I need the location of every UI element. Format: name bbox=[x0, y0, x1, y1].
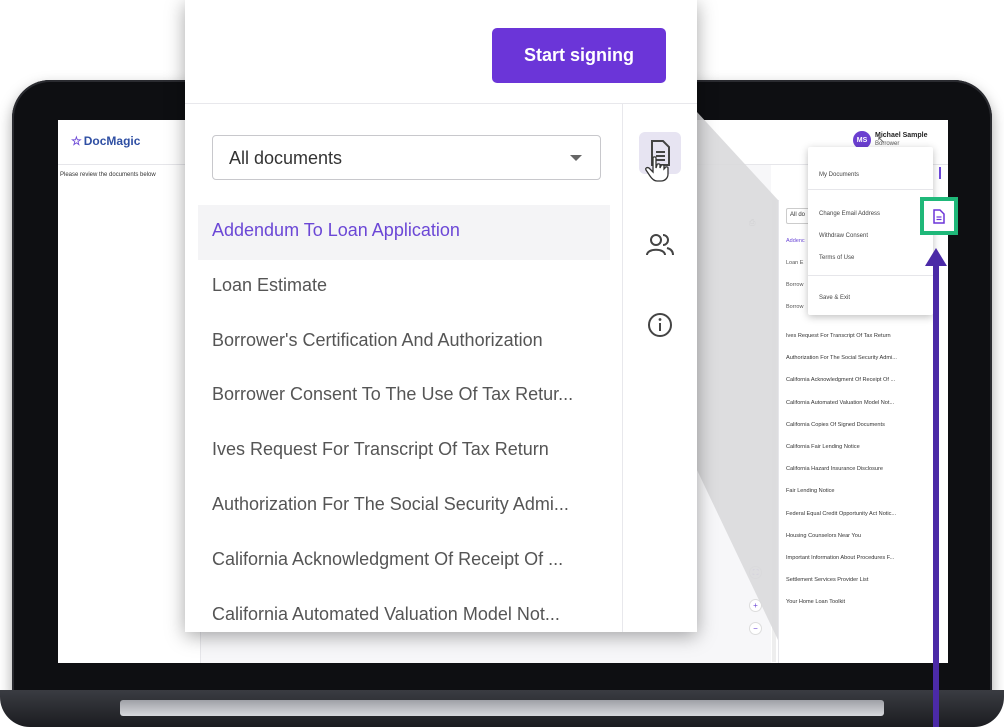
menu-item-withdraw-consent[interactable]: Withdraw Consent bbox=[819, 233, 868, 239]
list-item[interactable]: Borrower's Certification And Authorizati… bbox=[198, 315, 610, 370]
review-instructions: Please review the documents below bbox=[60, 172, 156, 178]
people-icon bbox=[646, 234, 674, 256]
chevron-down-icon bbox=[570, 155, 582, 161]
pointer-arrow-shaft bbox=[933, 265, 939, 727]
zoom-in-button[interactable]: + bbox=[749, 599, 762, 612]
menu-active-indicator bbox=[939, 167, 941, 179]
menu-divider bbox=[808, 189, 933, 190]
list-item[interactable]: California Copies Of Signed Documents bbox=[786, 419, 946, 441]
list-item[interactable]: Ives Request For Transcript Of Tax Retur… bbox=[198, 424, 610, 479]
laptop-base-highlight bbox=[120, 700, 884, 716]
highlighted-documents-icon[interactable] bbox=[920, 197, 958, 235]
documents-select[interactable]: All documents bbox=[212, 135, 601, 180]
sidebar-item-info[interactable] bbox=[639, 304, 681, 346]
documents-panel: All documents Addendum To Loan Applicati… bbox=[185, 104, 622, 632]
list-item[interactable]: Fair Lending Notice bbox=[786, 485, 946, 507]
list-item[interactable]: Authorization For The Social Security Ad… bbox=[786, 352, 946, 374]
list-item[interactable]: Settlement Services Provider List bbox=[786, 574, 946, 596]
user-menu: My Documents Change Email Address Withdr… bbox=[808, 147, 933, 315]
cursor-icon: ↖ bbox=[877, 135, 886, 146]
viewer-scrollbar[interactable] bbox=[772, 200, 776, 662]
list-item[interactable]: Borrower Consent To The Use Of Tax Retur… bbox=[198, 369, 610, 424]
menu-item-my-documents[interactable]: My Documents bbox=[819, 172, 859, 178]
info-icon bbox=[648, 313, 672, 337]
sidebar-tools bbox=[622, 104, 697, 632]
menu-item-save-exit[interactable]: Save & Exit bbox=[819, 295, 850, 301]
menu-item-change-email[interactable]: Change Email Address bbox=[819, 211, 880, 217]
fit-screen-button[interactable]: ⛶ bbox=[749, 566, 762, 579]
documents-list: Addendum To Loan Application Loan Estima… bbox=[198, 205, 610, 632]
start-signing-button[interactable]: Start signing bbox=[492, 28, 666, 83]
app-logo[interactable]: ☆ DocMagic bbox=[71, 134, 140, 148]
list-item[interactable]: Your Home Loan Toolkit bbox=[786, 596, 946, 618]
list-item[interactable]: California Hazard Insurance Disclosure bbox=[786, 463, 946, 485]
list-item[interactable]: Authorization For The Social Security Ad… bbox=[198, 479, 610, 534]
stage: ☆ DocMagic MS Michael Sample Borrower Ple… bbox=[0, 0, 1004, 727]
list-item[interactable]: Housing Counselors Near You bbox=[786, 530, 946, 552]
documents-select-value: All documents bbox=[229, 148, 343, 168]
list-item[interactable]: Federal Equal Credit Opportunity Act Not… bbox=[786, 508, 946, 530]
documents-list-small: Ives Request For Transcript Of Tax Retur… bbox=[786, 330, 946, 618]
star-icon: ☆ bbox=[71, 134, 82, 148]
pointer-arrow-head bbox=[925, 248, 947, 266]
list-item[interactable]: Loan Estimate bbox=[198, 260, 610, 315]
list-item[interactable]: Ives Request For Transcript Of Tax Retur… bbox=[786, 330, 946, 352]
left-column bbox=[58, 165, 201, 663]
print-icon[interactable]: ⎙ bbox=[749, 218, 755, 228]
logo-text: DocMagic bbox=[83, 134, 141, 148]
hand-cursor-icon bbox=[645, 156, 669, 182]
magnified-header: Start signing bbox=[185, 0, 697, 104]
sidebar-item-signers[interactable] bbox=[639, 224, 681, 266]
list-item[interactable]: California Acknowledgment Of Receipt Of … bbox=[786, 374, 946, 396]
zoom-out-button[interactable]: − bbox=[749, 622, 762, 635]
list-item[interactable]: California Automated Valuation Model Not… bbox=[786, 397, 946, 419]
document-icon bbox=[933, 208, 945, 224]
menu-divider bbox=[808, 275, 933, 276]
list-item[interactable]: California Fair Lending Notice bbox=[786, 441, 946, 463]
list-item[interactable]: Important Information About Procedures F… bbox=[786, 552, 946, 574]
list-item[interactable]: California Automated Valuation Model Not… bbox=[198, 589, 610, 632]
menu-item-terms-of-use[interactable]: Terms of Use bbox=[819, 255, 854, 261]
list-item[interactable]: Addendum To Loan Application bbox=[198, 205, 610, 260]
magnified-panel: Start signing All documents Addendum To … bbox=[185, 0, 697, 632]
list-item[interactable]: California Acknowledgment Of Receipt Of … bbox=[198, 534, 610, 589]
